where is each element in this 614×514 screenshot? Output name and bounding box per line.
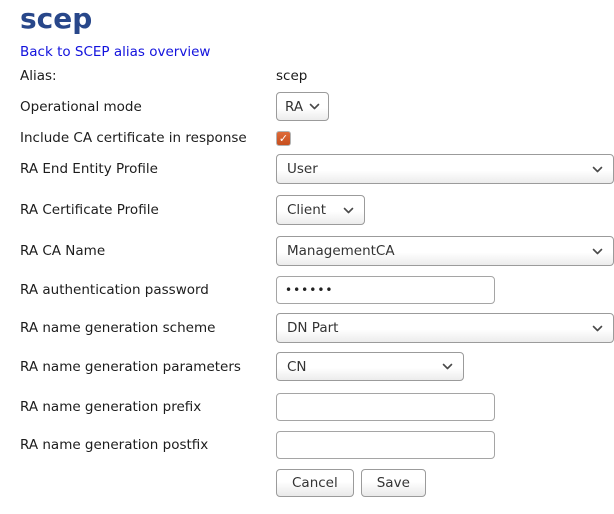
operational-mode-select[interactable]: RA — [276, 92, 329, 121]
page-title: scep — [20, 4, 614, 34]
include-ca-cert-row: Include CA certificate in response ✓ — [20, 130, 614, 146]
ra-end-entity-profile-label: RA End Entity Profile — [20, 161, 276, 177]
ra-name-gen-params-row: RA name generation parameters CN — [20, 352, 614, 381]
chevron-down-icon — [309, 103, 320, 110]
chevron-down-icon — [592, 166, 603, 173]
chevron-down-icon — [343, 207, 354, 214]
save-button[interactable]: Save — [361, 469, 426, 497]
ra-auth-password-row: RA authentication password — [20, 276, 614, 304]
ra-name-gen-prefix-row: RA name generation prefix — [20, 393, 614, 421]
include-ca-cert-label: Include CA certificate in response — [20, 130, 276, 146]
alias-row: Alias: scep — [20, 66, 614, 86]
include-ca-cert-checkbox[interactable]: ✓ — [276, 131, 291, 146]
ra-name-gen-postfix-input[interactable] — [276, 431, 495, 459]
chevron-down-icon — [442, 363, 453, 370]
ra-ca-name-label: RA CA Name — [20, 243, 276, 259]
operational-mode-value: RA — [285, 99, 303, 115]
operational-mode-label: Operational mode — [20, 99, 276, 115]
ra-ca-name-select[interactable]: ManagementCA — [276, 236, 614, 266]
ra-name-gen-params-select[interactable]: CN — [276, 352, 464, 381]
scep-alias-form: Alias: scep Operational mode RA Include … — [20, 66, 614, 497]
ra-name-gen-params-value: CN — [287, 359, 307, 375]
ra-certificate-profile-row: RA Certificate Profile Client — [20, 195, 614, 225]
ra-certificate-profile-select[interactable]: Client — [276, 195, 365, 225]
form-buttons-row: Cancel Save — [276, 469, 614, 497]
back-to-scep-overview-link[interactable]: Back to SCEP alias overview — [20, 44, 210, 60]
check-icon: ✓ — [279, 133, 288, 144]
cancel-button[interactable]: Cancel — [276, 469, 354, 497]
ra-end-entity-profile-value: User — [287, 161, 318, 177]
chevron-down-icon — [592, 248, 603, 255]
ra-ca-name-value: ManagementCA — [287, 243, 395, 259]
ra-name-gen-scheme-select[interactable]: DN Part — [276, 313, 614, 343]
ra-name-gen-scheme-row: RA name generation scheme DN Part — [20, 313, 614, 343]
alias-value: scep — [276, 68, 307, 84]
ra-name-gen-postfix-label: RA name generation postfix — [20, 437, 276, 453]
ra-end-entity-profile-row: RA End Entity Profile User — [20, 154, 614, 184]
ra-name-gen-prefix-label: RA name generation prefix — [20, 399, 276, 415]
ra-end-entity-profile-select[interactable]: User — [276, 154, 614, 184]
alias-label: Alias: — [20, 68, 276, 84]
ra-certificate-profile-value: Client — [287, 202, 326, 218]
ra-ca-name-row: RA CA Name ManagementCA — [20, 236, 614, 266]
ra-name-gen-params-label: RA name generation parameters — [20, 359, 276, 375]
operational-mode-row: Operational mode RA — [20, 92, 614, 121]
ra-auth-password-label: RA authentication password — [20, 282, 276, 298]
ra-name-gen-postfix-row: RA name generation postfix — [20, 431, 614, 459]
ra-auth-password-input[interactable] — [276, 276, 495, 304]
ra-name-gen-scheme-label: RA name generation scheme — [20, 320, 276, 336]
chevron-down-icon — [592, 325, 603, 332]
ra-certificate-profile-label: RA Certificate Profile — [20, 202, 276, 218]
ra-name-gen-scheme-value: DN Part — [287, 320, 338, 336]
ra-name-gen-prefix-input[interactable] — [276, 393, 495, 421]
